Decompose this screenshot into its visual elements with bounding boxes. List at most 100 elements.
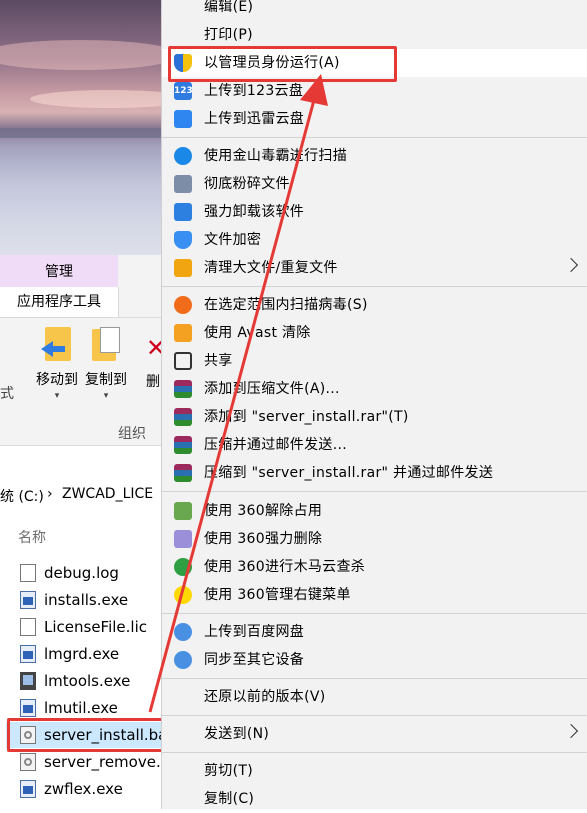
menu-item-sync-devices[interactable]: 同步至其它设备 [162,646,587,674]
address-bar[interactable]: 统 (C:) › ZWCAD_LICE [0,480,175,510]
copy-to-button[interactable]: 复制到 ▾ [78,327,134,401]
delete-icon[interactable]: ✕ [146,335,166,361]
menu-item-compress-and-email[interactable]: 压缩并通过邮件发送... [162,431,587,459]
menu-separator [162,286,587,287]
file-row[interactable]: LicenseFile.lic [20,614,147,640]
file-row[interactable]: lmtools.exe [20,668,130,694]
exe-icon [20,780,36,798]
menu-item-label: 上传到百度网盘 [204,624,305,640]
file-explorer-window: 管理 应用程序工具 式 移动到 ▾ 复制到 ▾ ✕ 删 组织 统 (C:) › [0,0,175,809]
copy-to-label: 复制到 [85,372,127,388]
menu-item-label: 发送到(N) [204,726,270,742]
breadcrumb-drive[interactable]: 统 (C:) [0,486,44,506]
menu-item-label: 清理大文件/重复文件 [204,260,338,276]
avast-icon [174,324,192,342]
menu-item-print[interactable]: 打印(P) [162,21,587,49]
file-name: lmtools.exe [44,672,131,690]
menu-item-force-uninstall[interactable]: 强力卸载该软件 [162,198,587,226]
menu-item-label: 使用 360进行木马云查杀 [204,559,366,575]
encrypt-shield-icon [174,231,192,249]
move-to-button[interactable]: 移动到 ▾ [29,327,85,401]
file-name: installs.exe [44,591,129,609]
menu-item-360-trojan-scan[interactable]: 使用 360进行木马云查杀 [162,553,587,581]
file-row[interactable]: debug.log [20,560,119,586]
shredder-icon [174,175,192,193]
virus-scan-icon [174,296,192,314]
share-icon [174,352,192,370]
file-row[interactable]: installs.exe [20,587,128,613]
wallpaper-horizon [0,128,175,138]
file-name: server_remove.b [44,753,171,771]
file-row[interactable]: lmgrd.exe [20,641,119,667]
ribbon-divider [0,317,175,318]
group-label-organize: 组织 [118,426,146,442]
clean-folder-icon [174,259,192,277]
menu-item-label: 使用 360管理右键菜单 [204,587,351,603]
uninstall-icon [174,203,192,221]
menu-item-360-unlock[interactable]: 使用 360解除占用 [162,497,587,525]
menu-item-360-manage-menu[interactable]: 使用 360管理右键菜单 [162,581,587,609]
move-to-label: 移动到 [36,372,78,388]
chevron-down-icon: ▾ [103,391,109,401]
menu-item-label: 同步至其它设备 [204,652,305,668]
wallpaper-cloud [0,40,175,70]
menu-item-shred-file[interactable]: 彻底粉碎文件 [162,170,587,198]
desktop-wallpaper [0,0,175,255]
menu-item-360-force-delete[interactable]: 使用 360强力删除 [162,525,587,553]
baidu-netdisk-icon [174,623,192,641]
menu-item-label: 编辑(E) [204,0,254,15]
menu-item-label: 使用 360强力删除 [204,531,323,547]
winrar-icon [174,436,192,454]
exe-icon [20,645,36,663]
menu-item-clean-large-files[interactable]: 清理大文件/重复文件 [162,254,587,282]
menu-item-label: 打印(P) [204,27,253,43]
tab-manage[interactable]: 管理 [0,255,118,287]
menu-item-label: 剪切(T) [204,763,253,779]
menu-separator [162,678,587,679]
copy-to-icon [90,327,122,365]
menu-separator [162,613,587,614]
menu-item-label: 彻底粉碎文件 [204,176,290,192]
menu-item-encrypt-file[interactable]: 文件加密 [162,226,587,254]
menu-item-label: 添加到压缩文件(A)... [204,381,340,397]
file-name: LicenseFile.lic [44,618,148,636]
document-icon [20,618,36,636]
exe-icon [20,699,36,717]
menu-item-jinshan-scan[interactable]: 使用金山毒霸进行扫描 [162,142,587,170]
menu-item-cut[interactable]: 剪切(T) [162,757,587,785]
annotation-highlight-menu-item [168,46,397,82]
menu-item-label: 还原以前的版本(V) [204,689,326,705]
column-header-name[interactable]: 名称 [18,527,46,547]
menu-item-upload-baidu[interactable]: 上传到百度网盘 [162,618,587,646]
123pan-icon: 123 [174,82,193,100]
menu-item-restore-versions[interactable]: 还原以前的版本(V) [162,683,587,711]
breadcrumb-separator: › [47,486,53,502]
menu-item-label: 使用 Avast 清除 [204,325,311,341]
chevron-right-icon [563,723,579,739]
tab-application-tools[interactable]: 应用程序工具 [0,287,119,317]
menu-separator [162,491,587,492]
winrar-icon [174,408,192,426]
menu-item-scan-virus[interactable]: 在选定范围内扫描病毒(S) [162,291,587,319]
tool-icon [20,672,36,690]
menu-item-add-to-archive[interactable]: 添加到压缩文件(A)... [162,375,587,403]
menu-item-edit[interactable]: 编辑(E) [162,0,587,21]
winrar-icon [174,380,192,398]
file-row[interactable]: zwflex.exe [20,776,123,802]
menu-item-share[interactable]: 共享 [162,347,587,375]
file-name: lmgrd.exe [44,645,120,663]
breadcrumb-folder[interactable]: ZWCAD_LICE [62,486,153,502]
360-delete-icon [174,530,192,548]
menu-item-label: 压缩并通过邮件发送... [204,437,347,453]
360-trojan-icon [174,558,192,576]
file-name: zwflex.exe [44,780,123,798]
jinshan-icon [174,147,192,165]
chevron-right-icon [563,257,579,273]
menu-item-upload-xunlei[interactable]: 上传到迅雷云盘 [162,105,587,133]
file-row[interactable]: server_remove.b [20,749,170,775]
menu-item-avast-clean[interactable]: 使用 Avast 清除 [162,319,587,347]
menu-item-compress-rar-and-email[interactable]: 压缩到 "server_install.rar" 并通过邮件发送 [162,459,587,487]
menu-item-send-to[interactable]: 发送到(N) [162,720,587,748]
delete-label: 删 [146,374,160,390]
menu-item-add-to-rar[interactable]: 添加到 "server_install.rar"(T) [162,403,587,431]
